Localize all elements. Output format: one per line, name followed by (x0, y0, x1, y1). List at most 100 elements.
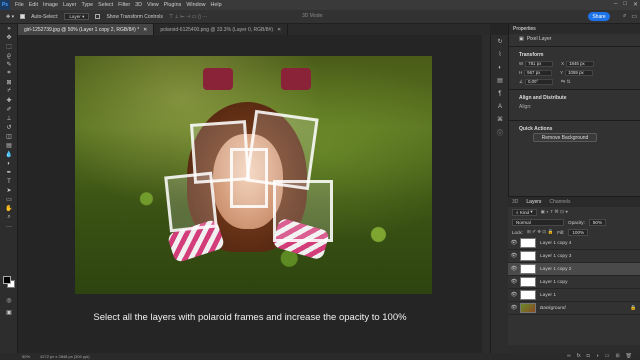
tab-layers[interactable]: Layers (526, 199, 541, 205)
layer-row[interactable]: 👁 Background 🔒 (508, 302, 640, 315)
link-icon[interactable]: ∞ (567, 353, 571, 359)
lasso-tool-icon[interactable]: ϱ (0, 51, 18, 60)
adjustments-icon[interactable]: ◐ (491, 61, 509, 74)
layer-row[interactable]: 👁 Layer 1 copy 4 (508, 237, 640, 250)
angle-field[interactable]: 0,00° (524, 78, 553, 85)
document-info[interactable]: 4272 px x 2848 px (300 ppi) (40, 354, 90, 359)
layer-name[interactable]: Layer 1 copy 4 (540, 241, 640, 246)
eye-icon[interactable]: 👁 (508, 240, 520, 246)
lock-icon[interactable]: 🔒 (630, 305, 640, 311)
history-brush-icon[interactable]: ↺ (0, 123, 18, 132)
flip-icons[interactable]: ⇆ ⇅ (561, 79, 571, 85)
zoom-tool-icon[interactable]: ⌕ (0, 213, 18, 222)
move-tool-icon[interactable]: ✥ ▾ (6, 14, 14, 20)
blend-mode-dropdown[interactable]: Normal (512, 218, 564, 226)
zoom-level[interactable]: 50% (22, 354, 30, 359)
menu-type[interactable]: Type (81, 2, 93, 8)
eyedropper-tool-icon[interactable]: ⌿ (0, 87, 18, 96)
path-select-icon[interactable]: ➤ (0, 186, 18, 195)
screen-mode-icon[interactable]: ▣ (0, 308, 18, 317)
tab-girl-document[interactable]: girl-1252739.jpg @ 50% (Layer 1 copy 2, … (18, 24, 155, 35)
menu-edit[interactable]: Edit (29, 2, 38, 8)
paragraph-icon[interactable]: ¶ (491, 87, 509, 100)
menu-file[interactable]: File (15, 2, 24, 8)
canvas-scrollbar[interactable] (482, 35, 490, 353)
group-icon[interactable]: ▭ (605, 353, 610, 359)
filter-icons[interactable]: ▣ ◐ T ⌘ ⊡ ● (541, 209, 568, 215)
eye-icon[interactable]: 👁 (508, 292, 520, 298)
maximize-icon[interactable]: □ (623, 1, 627, 8)
kind-filter-dropdown[interactable]: ⌕ Kind ▾ (512, 208, 537, 216)
show-transform-checkbox[interactable] (95, 14, 101, 19)
menu-window[interactable]: Window (186, 2, 205, 8)
color-swatches[interactable] (3, 276, 15, 288)
y-field[interactable]: 1059 px (565, 69, 594, 76)
eye-icon[interactable]: 👁 (508, 279, 520, 285)
layer-name[interactable]: Layer 1 copy 2 (540, 267, 640, 272)
gradient-tool-icon[interactable]: ▤ (0, 141, 18, 150)
crop-tool-icon[interactable]: ⌗ (0, 69, 18, 78)
polaroid-frame[interactable] (273, 180, 333, 242)
eye-icon[interactable]: 👁 (508, 253, 520, 259)
quick-select-tool-icon[interactable]: ✎ (0, 60, 18, 69)
tab-3d[interactable]: 3D (512, 199, 518, 205)
trash-icon[interactable]: 🗑 (626, 353, 632, 359)
align-section-title[interactable]: Align and Distribute (509, 93, 640, 102)
menu-image[interactable]: Image (43, 2, 58, 8)
quick-mask-icon[interactable]: ◎ (0, 296, 18, 305)
brush-tool-icon[interactable]: ✐ (0, 105, 18, 114)
layer-name[interactable]: Layer 1 (540, 293, 640, 298)
stamp-tool-icon[interactable]: ⊥ (0, 114, 18, 123)
more-tools-icon[interactable]: ··· (0, 222, 18, 231)
blur-tool-icon[interactable]: 💧 (0, 150, 18, 159)
history-icon[interactable]: ↻ (491, 35, 509, 48)
libraries-icon[interactable]: ▤ (491, 74, 509, 87)
pen-tool-icon[interactable]: ✒ (0, 168, 18, 177)
lock-icons[interactable]: ⊞ ✐ ✥ ⊡ 🔒 (527, 229, 553, 235)
menu-plugins[interactable]: Plugins (164, 2, 182, 8)
search-icon[interactable]: ⌕ (623, 13, 626, 20)
tab-close-icon[interactable]: ✕ (143, 27, 147, 33)
dodge-tool-icon[interactable]: ◐ (0, 159, 18, 168)
foreground-color-swatch[interactable] (3, 276, 11, 284)
tab-polaroid-document[interactable]: polaroid-6125400.png @ 33.3% (Layer 0, R… (154, 24, 289, 35)
polaroid-frame[interactable] (230, 148, 268, 208)
hand-tool-icon[interactable]: ✋ (0, 204, 18, 213)
remove-background-button[interactable]: Remove Background (533, 133, 597, 142)
auto-select-checkbox[interactable] (20, 14, 26, 19)
paths-icon[interactable]: ⌘ (491, 113, 509, 126)
share-button[interactable]: Share (588, 12, 610, 21)
layer-row[interactable]: 👁 Layer 1 copy 3 (508, 250, 640, 263)
move-tool-icon[interactable]: ✥ (0, 33, 18, 42)
layer-name[interactable]: Background (540, 306, 630, 311)
close-icon[interactable]: ✕ (633, 1, 638, 8)
tab-close-icon[interactable]: ✕ (277, 27, 281, 33)
shape-tool-icon[interactable]: ▭ (0, 195, 18, 204)
polaroid-frame[interactable] (164, 171, 218, 233)
quick-actions-title[interactable]: Quick Actions (509, 124, 640, 133)
transform-section-title[interactable]: Transform (509, 50, 640, 59)
menu-layer[interactable]: Layer (63, 2, 77, 8)
menu-help[interactable]: Help (211, 2, 222, 8)
layer-row[interactable]: 👁 Layer 1 copy (508, 276, 640, 289)
collapse-icon[interactable]: » (0, 24, 18, 33)
eye-icon[interactable]: 👁 (508, 266, 520, 272)
minimize-icon[interactable]: – (614, 1, 617, 8)
fx-icon[interactable]: fx (577, 353, 581, 359)
info-icon[interactable]: ⓘ (491, 126, 509, 139)
layer-row[interactable]: 👁 Layer 1 (508, 289, 640, 302)
workspace-icon[interactable]: ▭ (631, 13, 637, 20)
type-tool-icon[interactable]: T (0, 177, 18, 186)
mask-icon[interactable]: ◘ (587, 353, 590, 359)
auto-select-dropdown[interactable]: Layer ▾ (64, 13, 90, 20)
opacity-field[interactable]: 50% (588, 218, 607, 226)
height-field[interactable]: 967 px (524, 69, 553, 76)
eraser-tool-icon[interactable]: ◫ (0, 132, 18, 141)
menu-3d[interactable]: 3D (135, 2, 142, 8)
brush-settings-icon[interactable]: ⌇ (491, 48, 509, 61)
layer-row-selected[interactable]: 👁 Layer 1 copy 2 (508, 263, 640, 276)
menu-select[interactable]: Select (98, 2, 113, 8)
align-icons[interactable]: ⊤ ⊥ ⊢ ⊣ ▭ ▯ ··· (169, 14, 207, 20)
fill-field[interactable]: 100% (568, 228, 589, 236)
healing-tool-icon[interactable]: ✚ (0, 96, 18, 105)
